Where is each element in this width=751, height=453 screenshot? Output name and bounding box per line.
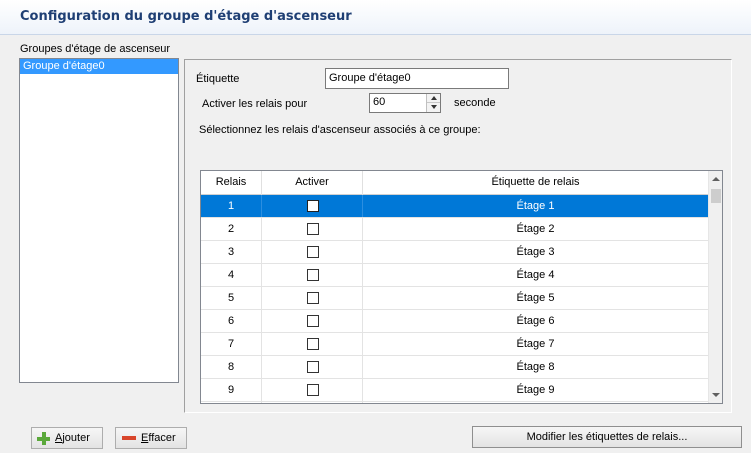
table-row[interactable]: 9 Étage 9 [201, 379, 709, 402]
column-header-relay[interactable]: Relais [201, 171, 262, 195]
activate-checkbox[interactable] [307, 338, 319, 350]
select-relays-label: Sélectionnez les relais d'ascenseur asso… [199, 124, 481, 136]
modify-relay-labels-button[interactable]: Modifier les étiquettes de relais... [472, 426, 742, 448]
relay-label-cell[interactable]: Étage 5 [363, 287, 709, 309]
relay-number-cell: 7 [201, 333, 262, 355]
activate-duration-value[interactable]: 60 [373, 96, 385, 108]
activate-unit-label: seconde [454, 97, 496, 109]
relay-label-cell[interactable]: Étage 7 [363, 333, 709, 355]
minus-icon [122, 436, 136, 440]
main-area: Groupes d'étage de ascenseur Groupe d'ét… [0, 35, 751, 453]
activate-relays-label: Activer les relais pour [202, 98, 308, 110]
plus-icon [37, 432, 50, 445]
relay-label-cell[interactable]: Étage 9 [363, 379, 709, 401]
stepper-up-button[interactable] [427, 94, 440, 103]
relay-number-cell: 6 [201, 310, 262, 332]
table-row[interactable]: 7 Étage 7 [201, 333, 709, 356]
grid-rows: 1 Étage 1 2 Étage 2 3 Étage 3 4 Étage 4 5 Étage 5… [201, 195, 709, 403]
arrow-down-icon [431, 105, 437, 109]
table-row[interactable]: 2 Étage 2 [201, 218, 709, 241]
add-button[interactable]: Ajouter [31, 427, 103, 449]
column-header-relay-label[interactable]: Étiquette de relais [363, 171, 709, 195]
activate-cell [262, 195, 363, 217]
table-row[interactable]: 10 Étage 10 [201, 402, 709, 403]
label-field-label: Étiquette [196, 73, 240, 85]
activate-checkbox[interactable] [307, 361, 319, 373]
table-row[interactable]: 1 Étage 1 [201, 195, 709, 218]
relay-number-cell: 8 [201, 356, 262, 378]
activate-checkbox[interactable] [307, 246, 319, 258]
header: Configuration du groupe d'étage d'ascens… [0, 0, 751, 35]
activate-cell [262, 356, 363, 378]
label-field[interactable]: Groupe d'étage0 [325, 68, 509, 89]
activate-cell [262, 241, 363, 263]
relay-number-cell: 3 [201, 241, 262, 263]
page-title: Configuration du groupe d'étage d'ascens… [20, 9, 352, 24]
table-row[interactable]: 3 Étage 3 [201, 241, 709, 264]
stepper-down-button[interactable] [427, 103, 440, 112]
activate-checkbox[interactable] [307, 384, 319, 396]
table-row[interactable]: 6 Étage 6 [201, 310, 709, 333]
grid-header: Relais Activer Étiquette de relais [201, 171, 709, 195]
activate-cell [262, 333, 363, 355]
scroll-thumb[interactable] [711, 189, 721, 203]
relay-label-cell[interactable]: Étage 2 [363, 218, 709, 240]
scroll-up-button[interactable] [709, 171, 722, 187]
groups-list[interactable]: Groupe d'étage0 [19, 58, 179, 383]
activate-cell [262, 310, 363, 332]
group-settings-panel: Étiquette Groupe d'étage0 Activer les re… [184, 59, 732, 413]
activate-checkbox[interactable] [307, 292, 319, 304]
add-button-label: Ajouter [55, 432, 90, 444]
stepper-buttons [426, 94, 440, 112]
relay-number-cell: 5 [201, 287, 262, 309]
table-row[interactable]: 5 Étage 5 [201, 287, 709, 310]
table-row[interactable]: 4 Étage 4 [201, 264, 709, 287]
activate-cell [262, 379, 363, 401]
activate-checkbox[interactable] [307, 315, 319, 327]
arrow-up-icon [431, 96, 437, 100]
chevron-up-icon [712, 177, 720, 181]
activate-cell [262, 287, 363, 309]
relays-grid[interactable]: Relais Activer Étiquette de relais 1 Étag… [200, 170, 723, 404]
activate-cell [262, 264, 363, 286]
table-row[interactable]: 8 Étage 8 [201, 356, 709, 379]
relay-label-cell[interactable]: Étage 6 [363, 310, 709, 332]
delete-button[interactable]: Effacer [115, 427, 187, 449]
column-header-activate[interactable]: Activer [262, 171, 363, 195]
activate-cell [262, 218, 363, 240]
relay-label-cell[interactable]: Étage 4 [363, 264, 709, 286]
relay-label-cell[interactable]: Étage 1 [363, 195, 709, 217]
activate-cell [262, 402, 363, 403]
groups-list-label: Groupes d'étage de ascenseur [20, 43, 171, 55]
relay-label-cell[interactable]: Étage 8 [363, 356, 709, 378]
groups-list-item[interactable]: Groupe d'étage0 [20, 59, 178, 74]
delete-button-label: Effacer [141, 432, 176, 444]
activate-checkbox[interactable] [307, 200, 319, 212]
scroll-down-button[interactable] [709, 387, 722, 403]
activate-checkbox[interactable] [307, 223, 319, 235]
relay-number-cell: 4 [201, 264, 262, 286]
relay-number-cell: 2 [201, 218, 262, 240]
relay-number-cell: 10 [201, 402, 262, 403]
relay-number-cell: 9 [201, 379, 262, 401]
chevron-down-icon [712, 393, 720, 397]
activate-checkbox[interactable] [307, 269, 319, 281]
relay-label-cell[interactable]: Étage 10 [363, 402, 709, 403]
grid-scrollbar[interactable] [708, 171, 722, 403]
relay-label-cell[interactable]: Étage 3 [363, 241, 709, 263]
activate-duration-stepper[interactable]: 60 [369, 93, 441, 113]
relay-number-cell: 1 [201, 195, 262, 217]
